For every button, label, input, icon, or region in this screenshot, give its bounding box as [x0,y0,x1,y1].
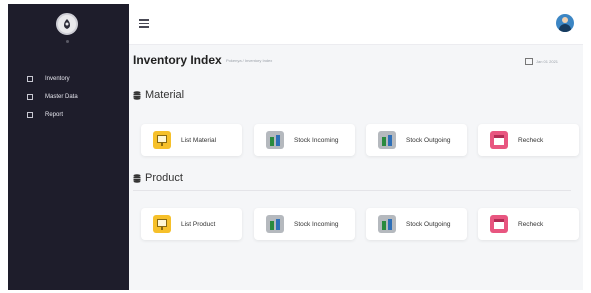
section-title: Material [145,89,185,101]
stock-incoming-material-button[interactable]: Stock Incoming [254,124,355,156]
database-icon [133,90,141,100]
sidebar-item-label: Report [45,112,64,118]
card-label: Stock Incoming [294,136,339,144]
avatar[interactable] [556,14,574,32]
chart-icon [266,131,284,149]
section-material-header: Material [133,89,184,101]
calendar-icon [490,131,508,149]
page-title: Inventory Index [133,53,222,67]
monitor-icon [153,215,171,233]
recheck-product-button[interactable]: Recheck [478,208,579,240]
section-product-header: Product [133,172,183,184]
stock-incoming-product-button[interactable]: Stock Incoming [254,208,355,240]
database-icon [133,173,141,183]
card-label: Recheck [518,136,544,144]
chart-icon [378,131,396,149]
folder-icon [27,94,33,100]
date-display: Jan 01 2021 [525,58,558,65]
breadcrumb[interactable]: Pokenya / Inventory Index [226,58,272,63]
sidebar-item-label: Inventory [45,76,70,82]
list-material-button[interactable]: List Material [141,124,242,156]
calendar-icon [490,215,508,233]
card-label: List Material [181,136,217,144]
section-title: Product [145,172,183,184]
stock-outgoing-material-button[interactable]: Stock Outgoing [366,124,467,156]
list-product-button[interactable]: List Product [141,208,242,240]
section-divider [133,190,571,191]
sidebar-item-inventory[interactable]: Inventory [8,71,129,87]
chart-icon [266,215,284,233]
sidebar: Inventory Master Data Report [8,4,129,290]
monitor-icon [153,131,171,149]
report-icon [27,112,33,118]
emblem-icon [64,19,70,29]
menu-icon[interactable] [139,19,149,28]
card-label: Stock Outgoing [406,220,451,228]
card-label: Stock Incoming [294,220,339,228]
card-label: Recheck [518,220,544,228]
sidebar-item-master-data[interactable]: Master Data [8,89,129,105]
chart-icon [378,215,396,233]
sidebar-item-report[interactable]: Report [8,107,129,123]
inventory-icon [27,76,33,82]
top-bar [129,4,583,45]
calendar-icon [525,58,533,65]
logo-dot [66,40,69,43]
logo [56,13,78,35]
stock-outgoing-product-button[interactable]: Stock Outgoing [366,208,467,240]
date-text: Jan 01 2021 [536,59,559,64]
card-label: Stock Outgoing [406,136,451,144]
card-label: List Product [181,220,216,228]
sidebar-item-label: Master Data [45,94,78,100]
recheck-material-button[interactable]: Recheck [478,124,579,156]
